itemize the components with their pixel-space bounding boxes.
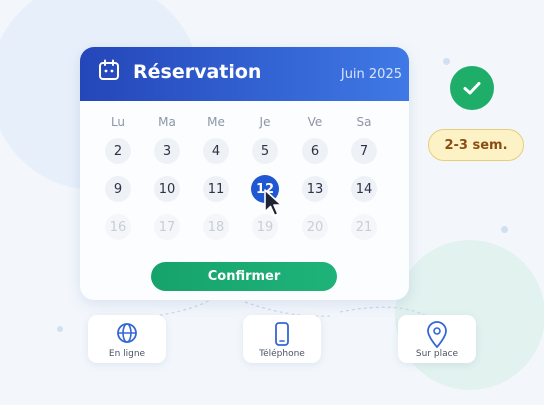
- card-header: Réservation Juin 2025: [80, 47, 409, 101]
- option-on-site[interactable]: Sur place: [398, 315, 476, 363]
- delay-badge: 2-3 sem.: [428, 129, 524, 161]
- option-label: Sur place: [415, 349, 459, 359]
- option-phone[interactable]: Téléphone: [243, 315, 321, 363]
- map-pin-icon: [427, 321, 447, 348]
- calendar-day[interactable]: 2: [105, 138, 131, 164]
- check-icon: [463, 82, 481, 95]
- weekday-label: Ma: [158, 115, 176, 129]
- calendar-day[interactable]: 14: [351, 176, 377, 202]
- weekday-label: Sa: [356, 115, 372, 129]
- option-label: En ligne: [108, 349, 146, 359]
- calendar-day-disabled: 16: [105, 214, 131, 240]
- calendar-icon: [99, 59, 119, 80]
- calendar-day[interactable]: 9: [105, 176, 131, 202]
- calendar-day[interactable]: 10: [154, 176, 180, 202]
- success-check: [450, 66, 494, 110]
- weekday-label: Je: [259, 115, 271, 129]
- calendar-day-disabled: 17: [154, 214, 180, 240]
- page-title: Réservation: [133, 61, 262, 83]
- weekday-label: Ve: [307, 115, 323, 129]
- option-label: Téléphone: [259, 349, 305, 359]
- calendar-day-disabled: 20: [302, 214, 328, 240]
- calendar-day[interactable]: 13: [302, 176, 328, 202]
- calendar-day[interactable]: 7: [351, 138, 377, 164]
- calendar-day-disabled: 18: [203, 214, 229, 240]
- calendar-day[interactable]: 4: [203, 138, 229, 164]
- option-online[interactable]: En ligne: [88, 315, 166, 363]
- globe-icon: [117, 323, 137, 343]
- calendar-day[interactable]: 3: [154, 138, 180, 164]
- month-label: Juin 2025: [340, 67, 402, 82]
- phone-icon: [275, 322, 289, 346]
- weekday-label: Lu: [110, 115, 126, 129]
- mouse-pointer-icon: [264, 189, 283, 217]
- reservation-card: Réservation Juin 2025 Lu Ma Me Je Ve Sa …: [80, 47, 409, 300]
- confirm-button[interactable]: Confirmer: [151, 262, 337, 291]
- calendar-day[interactable]: 11: [203, 176, 229, 202]
- calendar-day[interactable]: 6: [302, 138, 328, 164]
- weekday-label: Me: [207, 115, 225, 129]
- calendar-day[interactable]: 5: [252, 138, 278, 164]
- calendar-day-disabled: 21: [351, 214, 377, 240]
